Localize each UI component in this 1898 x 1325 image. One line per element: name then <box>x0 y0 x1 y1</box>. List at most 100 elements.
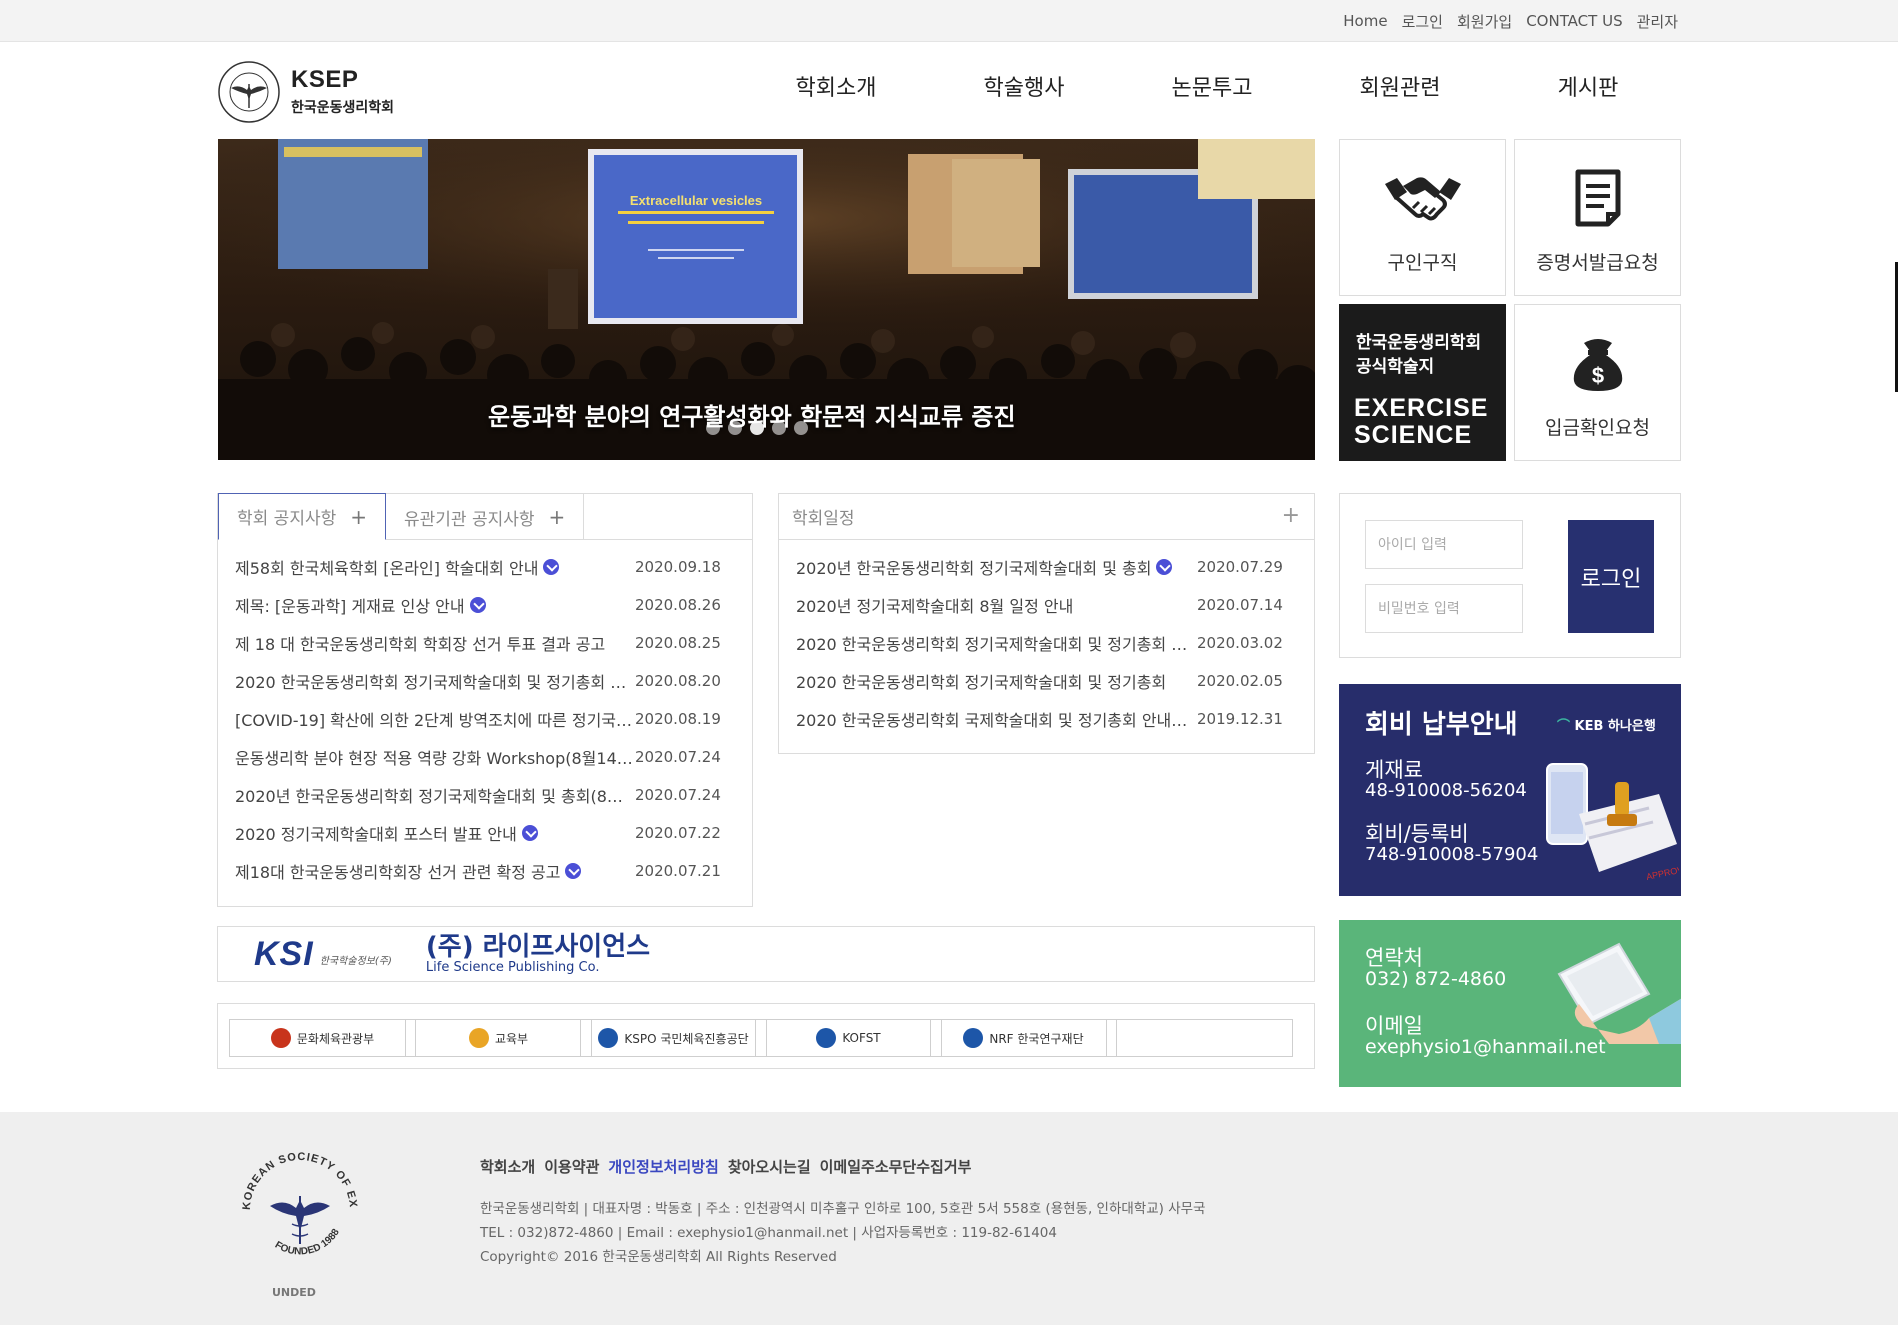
login-button[interactable]: 로그인 <box>1568 520 1654 633</box>
slider-dot[interactable] <box>750 421 764 435</box>
fee-account-publication: 48-910008-56204 <box>1365 780 1527 801</box>
agency-logo[interactable]: KSPO 국민체육진흥공단 <box>580 1019 767 1057</box>
list-item[interactable]: 2020 한국운동생리학회 정기국제학술대회 및 정기총회 안내 2020.03.… <box>779 624 1314 662</box>
list-item[interactable]: 2020 한국운동생리학회 정기국제학술대회 및 정기총회 안내 2020.08.… <box>218 662 752 700</box>
tab-related-notices[interactable]: 유관기관 공지사항 + <box>386 494 585 540</box>
list-item[interactable]: 2020 한국운동생리학회 정기국제학술대회 및 정기총회 2020.02.05 <box>779 662 1314 700</box>
footer-email-policy-link[interactable]: 이메일주소무단수집거부 <box>820 1156 972 1177</box>
tab-society-notices[interactable]: 학회 공지사항 + <box>218 493 387 540</box>
list-item-date: 2020.07.24 <box>635 748 721 766</box>
agency-name: 문화체육관광부 <box>296 1031 375 1046</box>
more-plus-icon[interactable]: + <box>350 505 367 529</box>
footer-address: 한국운동생리학회 | 대표자명 : 박동호 | 주소 : 인천광역시 미추홀구 … <box>480 1201 1206 1217</box>
slider-dot[interactable] <box>728 421 742 435</box>
footer-menu: 학회소개 이용약관 개인정보처리방침 찾아오시는길 이메일주소무단수집거부 <box>480 1156 971 1177</box>
login-link[interactable]: 로그인 <box>1402 11 1443 32</box>
agency-emblem-icon <box>963 1028 984 1048</box>
list-item-title-wrap: 제18대 한국운동생리학회장 선거 관련 확정 공고 <box>235 859 635 883</box>
main-navigation: 학회소개 학술행사 논문투고 회원관련 게시판 <box>742 70 1682 110</box>
list-item[interactable]: 제목: [운동과학] 게재료 인상 안내 2020.08.26 <box>218 586 752 624</box>
more-plus-icon[interactable]: + <box>1282 503 1300 528</box>
list-item[interactable]: 제 18 대 한국운동생리학회 학회장 선거 투표 결과 공고 2020.08.2… <box>218 624 752 662</box>
nav-membership[interactable]: 회원관련 <box>1306 70 1494 110</box>
money-bag-icon: $ <box>1573 339 1622 391</box>
list-item[interactable]: 제18대 한국운동생리학회장 선거 관련 확정 공고 2020.07.21 <box>218 852 752 890</box>
list-item[interactable]: 2020년 정기국제학술대회 8월 일정 안내 2020.07.14 <box>779 586 1314 624</box>
fee-title: 회비 납부안내 <box>1365 710 1518 740</box>
password-input[interactable] <box>1365 584 1523 633</box>
user-id-input[interactable] <box>1365 520 1523 569</box>
list-item-title-wrap: 제 18 대 한국운동생리학회 학회장 선거 투표 결과 공고 <box>235 631 635 655</box>
certificate-request-label: 증명서발급요청 <box>1536 252 1659 274</box>
footer-info: 한국운동생리학회 | 대표자명 : 박동호 | 주소 : 인천광역시 미추홀구 … <box>480 1197 1205 1269</box>
fee-payment-banner[interactable]: 회비 납부안내 ⌒ KEB 하나은행 게재료 48-910008-56204 회… <box>1339 684 1681 896</box>
ksi-logo[interactable]: KSI <box>254 935 314 974</box>
agency-logo[interactable]: 교육부 <box>405 1019 592 1057</box>
list-item[interactable]: 2020 정기국제학술대회 포스터 발표 안내 2020.07.22 <box>218 814 752 852</box>
agency-emblem-icon <box>816 1028 837 1048</box>
list-item[interactable]: 운동생리학 분야 현장 적용 역량 강화 Workshop(8월14일) 안내 2… <box>218 738 752 776</box>
footer-directions-link[interactable]: 찾아오시는길 <box>728 1156 811 1177</box>
deposit-confirm-label: 입금확인요청 <box>1545 417 1650 439</box>
list-item[interactable]: [COVID-19] 확산에 의한 2단계 방역조치에 따른 정기국제학술대회2… <box>218 700 752 738</box>
list-item-title: 제 18 대 한국운동생리학회 학회장 선거 투표 결과 공고 <box>235 635 606 654</box>
more-plus-icon[interactable]: + <box>549 505 566 529</box>
nav-board[interactable]: 게시판 <box>1494 70 1682 110</box>
stamp-text: APPROVED <box>1645 862 1679 882</box>
list-item-date: 2020.07.22 <box>635 824 721 842</box>
journal-tile[interactable]: 한국운동생리학회 공식학술지 EXERCISE SCIENCE <box>1339 304 1506 461</box>
agency-logo[interactable]: NRF 한국연구재단 <box>930 1019 1117 1057</box>
utility-links: Home 로그인 회원가입 CONTACT US 관리자 <box>1343 0 1678 42</box>
slider-dots <box>706 421 808 435</box>
admin-link[interactable]: 관리자 <box>1637 11 1678 32</box>
footer-privacy-link[interactable]: 개인정보처리방침 <box>608 1156 718 1177</box>
agency-logo[interactable]: KOFST <box>755 1019 942 1057</box>
list-item-date: 2020.08.26 <box>635 596 721 614</box>
slider-dot[interactable] <box>794 421 808 435</box>
agency-logo-partial[interactable] <box>1106 1019 1293 1057</box>
list-item-title-wrap: 운동생리학 분야 현장 적용 역량 강화 Workshop(8월14일) 안내 <box>235 745 635 769</box>
nav-submission[interactable]: 논문투고 <box>1118 70 1306 110</box>
life-science-name-ko: (주) 라이프사이언스 <box>425 931 651 962</box>
journal-title-line2: SCIENCE <box>1354 421 1473 449</box>
list-item-date: 2020.07.21 <box>635 862 721 880</box>
list-item-date: 2020.08.19 <box>635 710 721 728</box>
home-link[interactable]: Home <box>1343 12 1387 30</box>
slider-dot[interactable] <box>706 421 720 435</box>
life-science-name-en: Life Science Publishing Co. <box>425 959 600 975</box>
agency-name: KSPO 국민체육진흥공단 <box>624 1031 749 1046</box>
slider-dot[interactable] <box>772 421 786 435</box>
signup-link[interactable]: 회원가입 <box>1457 11 1512 32</box>
list-item[interactable]: 2020 한국운동생리학회 국제학술대회 및 정기총회 안내입니다 2019.12… <box>779 700 1314 738</box>
list-item-title: [COVID-19] 확산에 의한 2단계 방역조치에 따른 정기국제학술대회 <box>235 711 635 730</box>
ksi-subtitle: 한국학술정보(주) <box>319 955 392 967</box>
footer-about-link[interactable]: 학회소개 <box>480 1156 535 1177</box>
schedule-title: 학회일정 <box>792 509 855 529</box>
list-item-date: 2020.08.25 <box>635 634 721 652</box>
list-item-date: 2020.02.05 <box>1197 672 1283 690</box>
related-agencies-strip: 문화체육관광부 교육부 KSPO 국민체육진흥공단 KOFST NRF 한국연구재단 <box>217 1003 1315 1069</box>
life-science-logo[interactable]: (주) 라이프사이언스 Life Science Publishing Co. <box>426 934 650 975</box>
job-board-tile[interactable]: 구인구직 <box>1339 139 1506 296</box>
logo-name: 한국운동생리학회 <box>291 100 395 116</box>
document-icon <box>1575 169 1620 227</box>
list-item[interactable]: 제58회 한국체육학회 [온라인] 학술대회 안내 2020.09.18 <box>218 548 752 586</box>
journal-official-line: 공식학술지 <box>1356 357 1435 377</box>
list-item-title-wrap: 2020년 정기국제학술대회 8월 일정 안내 <box>796 593 1197 617</box>
schedule-board: 학회일정 + 2020년 한국운동생리학회 정기국제학술대회 및 총회 2020.… <box>778 493 1315 754</box>
new-badge-icon <box>543 559 560 575</box>
footer-terms-link[interactable]: 이용약관 <box>544 1156 599 1177</box>
nav-events[interactable]: 학술행사 <box>930 70 1118 110</box>
nav-about[interactable]: 학회소개 <box>742 70 930 110</box>
list-item-date: 2020.07.14 <box>1197 596 1283 614</box>
agency-name: 교육부 <box>494 1031 529 1046</box>
list-item[interactable]: 2020년 한국운동생리학회 정기국제학술대회 및 총회(8월21일) 2020.… <box>218 776 752 814</box>
site-logo[interactable]: KSEP 한국운동생리학회 <box>217 58 417 126</box>
deposit-confirm-tile[interactable]: $ 입금확인요청 <box>1514 304 1681 461</box>
list-item[interactable]: 2020년 한국운동생리학회 정기국제학술대회 및 총회 2020.07.29 <box>779 548 1314 586</box>
list-item-title-wrap: 2020년 한국운동생리학회 정기국제학술대회 및 총회(8월21일) <box>235 783 635 807</box>
agency-logo[interactable]: 문화체육관광부 <box>229 1019 416 1057</box>
hero-slider[interactable]: Extracellular vesicles 운동과학 분야의 연구활성화와 학… <box>218 139 1315 460</box>
contact-us-link[interactable]: CONTACT US <box>1526 12 1622 30</box>
certificate-request-tile[interactable]: 증명서발급요청 <box>1514 139 1681 296</box>
